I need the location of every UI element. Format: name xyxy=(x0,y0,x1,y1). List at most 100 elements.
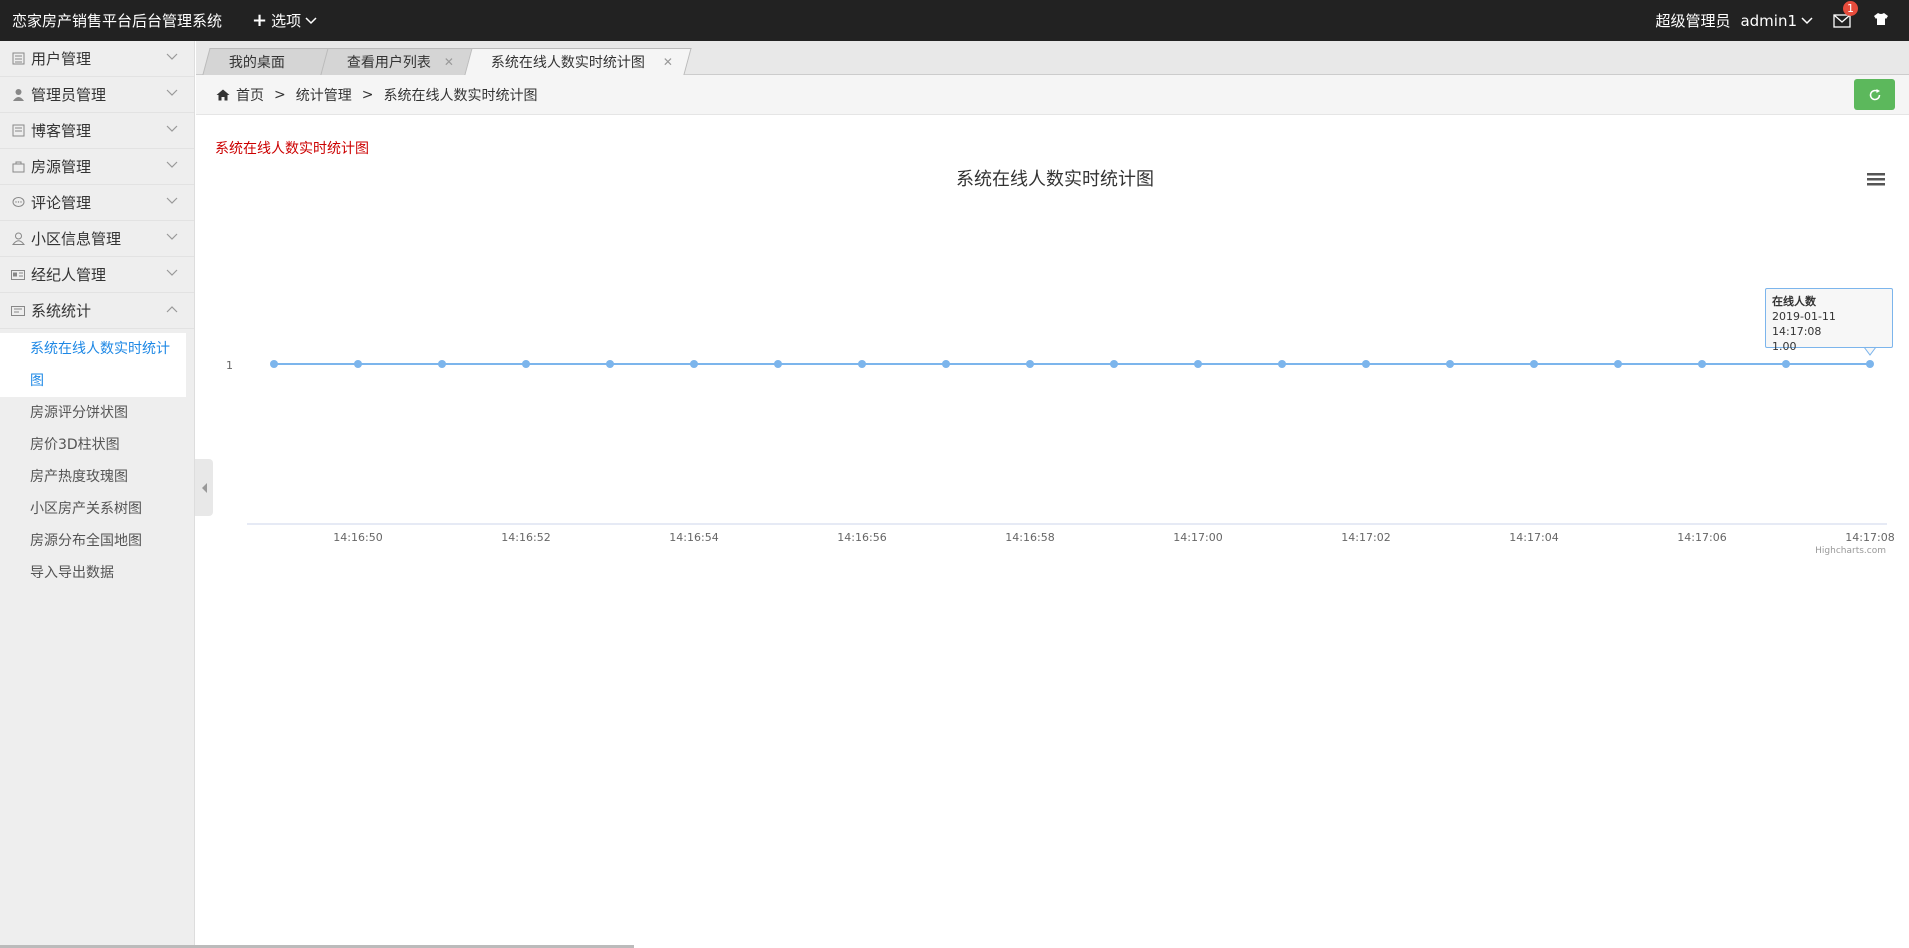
highcharts-credits[interactable]: Highcharts.com xyxy=(1815,546,1886,556)
tooltip-time: 2019-01-11 14:17:08 xyxy=(1772,310,1836,338)
data-point xyxy=(1614,360,1622,368)
submenu-item-import-export[interactable]: 导入导出数据 xyxy=(0,557,194,589)
data-point xyxy=(438,360,446,368)
data-point xyxy=(1698,360,1706,368)
tab-label: 查看用户列表 xyxy=(346,55,431,71)
tab-user-list[interactable]: 查看用户列表 ✕ xyxy=(320,48,473,75)
tshirt-icon xyxy=(1874,12,1888,25)
refresh-button[interactable] xyxy=(1854,79,1895,110)
submenu-item-relation-tree[interactable]: 小区房产关系树图 xyxy=(0,493,194,525)
sidebar-item-label: 评论管理 xyxy=(31,194,92,212)
data-point xyxy=(858,360,866,368)
bag-icon xyxy=(11,160,25,174)
user-menu[interactable]: admin1 xyxy=(1740,12,1813,30)
breadcrumb-home[interactable]: 首页 xyxy=(236,85,264,105)
breadcrumb-level2: 系统在线人数实时统计图 xyxy=(383,87,538,104)
id-card-icon xyxy=(11,268,25,282)
user-list-icon xyxy=(11,52,25,66)
sidebar-item-blog-management[interactable]: 博客管理 xyxy=(0,113,194,149)
sidebar-item-user-management[interactable]: 用户管理 xyxy=(0,41,194,77)
data-point xyxy=(1194,360,1202,368)
submenu-item-online-users[interactable]: 系统在线人数实时统计图 xyxy=(0,333,186,397)
x-tick-label: 14:17:00 xyxy=(1173,531,1222,544)
stats-submenu: 系统在线人数实时统计图 房源评分饼状图 房价3D柱状图 房产热度玫瑰图 小区房产… xyxy=(0,329,194,589)
y-tick-label: 1 xyxy=(226,359,233,372)
options-label: 选项 xyxy=(271,12,302,30)
chevron-down-icon xyxy=(166,89,178,96)
x-tick-label: 14:17:08 xyxy=(1845,531,1894,544)
app-title: 恋家房产销售平台后台管理系统 xyxy=(12,12,223,30)
sidebar: 用户管理 管理员管理 博客管理 房源管理 评论管理 小区信息管理 经纪人管理 系… xyxy=(0,41,195,948)
tooltip-series: 在线人数 xyxy=(1772,295,1816,308)
blog-icon xyxy=(11,124,25,138)
breadcrumb-separator: > xyxy=(274,86,286,103)
data-point xyxy=(1530,360,1538,368)
data-point xyxy=(1278,360,1286,368)
breadcrumb-level1[interactable]: 统计管理 xyxy=(296,85,352,105)
x-tick-label: 14:16:52 xyxy=(501,531,550,544)
chevron-down-icon xyxy=(166,233,178,240)
tooltip-value: 1.00 xyxy=(1772,340,1797,353)
online-users-chart: 14:16:50 14:16:52 14:16:54 14:16:56 14:16:58… xyxy=(226,346,1895,544)
data-point xyxy=(1446,360,1454,368)
hamburger-menu-icon[interactable] xyxy=(1867,172,1885,186)
data-point xyxy=(354,360,362,368)
data-point xyxy=(1026,360,1034,368)
tab-bar: 我的桌面 查看用户列表 ✕ 系统在线人数实时统计图 ✕ xyxy=(196,41,1909,75)
chart-tooltip: 在线人数 2019-01-11 14:17:08 1.00 xyxy=(1765,288,1893,353)
breadcrumb-separator: > xyxy=(361,86,374,103)
sidebar-item-comment-management[interactable]: 评论管理 xyxy=(0,185,194,221)
submenu-item-heat-rose[interactable]: 房产热度玫瑰图 xyxy=(0,461,194,493)
user-role: 超级管理员 xyxy=(1655,12,1731,30)
submenu-item-national-map[interactable]: 房源分布全国地图 xyxy=(0,525,194,557)
chevron-down-icon xyxy=(166,197,178,204)
submenu-item-rating-pie[interactable]: 房源评分饼状图 xyxy=(0,397,194,429)
person-icon xyxy=(11,88,25,102)
data-point xyxy=(942,360,950,368)
close-icon[interactable]: ✕ xyxy=(444,55,454,69)
sidebar-item-admin-management[interactable]: 管理员管理 xyxy=(0,77,194,113)
sidebar-item-label: 经纪人管理 xyxy=(31,266,107,284)
sidebar-item-property-management[interactable]: 房源管理 xyxy=(0,149,194,185)
chevron-down-icon xyxy=(166,269,178,276)
sidebar-item-community-management[interactable]: 小区信息管理 xyxy=(0,221,194,257)
tab-my-desktop[interactable]: 我的桌面 xyxy=(202,48,330,75)
tab-label: 系统在线人数实时统计图 xyxy=(490,55,645,71)
x-tick-label: 14:17:02 xyxy=(1341,531,1390,544)
sidebar-item-label: 管理员管理 xyxy=(31,86,107,104)
chevron-down-icon xyxy=(1801,16,1813,24)
chevron-up-icon xyxy=(166,306,178,313)
data-point xyxy=(270,360,278,368)
submenu-item-price-3d-bar[interactable]: 房价3D柱状图 xyxy=(0,429,194,461)
data-point xyxy=(1866,360,1874,368)
x-tick-label: 14:16:50 xyxy=(333,531,382,544)
messages-button[interactable]: 1 xyxy=(1833,0,1858,28)
chevron-down-icon xyxy=(305,16,317,24)
x-tick-label: 14:16:58 xyxy=(1005,531,1054,544)
refresh-icon xyxy=(1869,88,1880,100)
chevron-down-icon xyxy=(166,161,178,168)
message-count-badge: 1 xyxy=(1843,0,1858,16)
sidebar-item-system-stats[interactable]: 系统统计 xyxy=(0,293,194,329)
comment-icon xyxy=(11,196,25,210)
top-navbar: 恋家房产销售平台后台管理系统 + 选项 超级管理员 admin1 1 xyxy=(0,0,1909,41)
user-outline-icon xyxy=(11,232,25,246)
page-heading: 系统在线人数实时统计图 xyxy=(215,141,369,157)
options-menu[interactable]: + 选项 xyxy=(252,10,317,31)
x-tick-label: 14:17:04 xyxy=(1509,531,1558,544)
data-point xyxy=(774,360,782,368)
chevron-down-icon xyxy=(166,53,178,60)
breadcrumb: 首页 > 统计管理 > 系统在线人数实时统计图 xyxy=(196,75,1909,115)
data-point xyxy=(690,360,698,368)
x-tick-label: 14:16:54 xyxy=(669,531,718,544)
data-point xyxy=(1782,360,1790,368)
close-icon[interactable]: ✕ xyxy=(663,55,673,69)
username: admin1 xyxy=(1740,11,1797,30)
sidebar-item-label: 小区信息管理 xyxy=(31,230,122,248)
plus-icon: + xyxy=(252,10,268,31)
sidebar-item-agent-management[interactable]: 经纪人管理 xyxy=(0,257,194,293)
skin-theme-button[interactable] xyxy=(1873,12,1889,30)
data-point xyxy=(522,360,530,368)
tab-online-users-chart[interactable]: 系统在线人数实时统计图 ✕ xyxy=(464,48,692,75)
caret-left-icon xyxy=(201,482,207,493)
